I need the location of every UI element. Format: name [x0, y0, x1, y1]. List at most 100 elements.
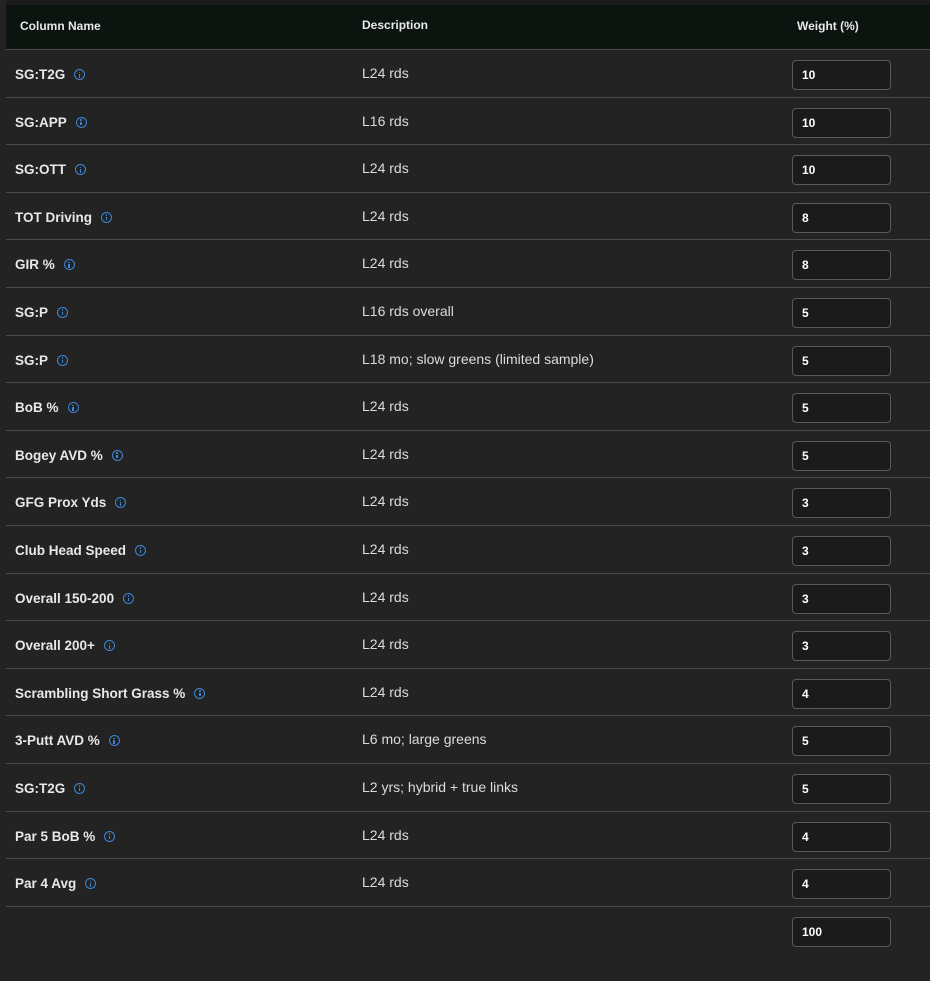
info-icon[interactable]: [75, 116, 87, 128]
column-name-label: BoB %: [15, 400, 59, 416]
info-icon[interactable]: [67, 402, 79, 414]
table-header: Column Name Description Weight (%): [6, 5, 930, 50]
table-row: Par 5 BoB % L24 rds: [6, 812, 930, 860]
row-description: L24 rds: [362, 65, 409, 81]
weight-input[interactable]: [792, 678, 891, 709]
table-row: Scrambling Short Grass % L24 rds: [6, 669, 930, 717]
row-description: L24 rds: [362, 826, 409, 843]
table-row: SG:P L16 rds overall: [6, 288, 930, 336]
table-row: Overall 200+ L24 rds: [6, 621, 930, 669]
total-row: [6, 907, 930, 965]
info-icon[interactable]: [74, 69, 86, 80]
column-name-label: 3-Putt AVD %: [15, 733, 100, 749]
column-name-label: SG:T2G: [15, 67, 66, 82]
weight-input[interactable]: [792, 393, 891, 424]
info-icon[interactable]: [63, 259, 75, 271]
weight-input[interactable]: [792, 869, 891, 900]
total-weight-input[interactable]: [792, 916, 891, 947]
row-column-name: 3-Putt AVD %: [15, 733, 120, 748]
header-description: Description: [362, 18, 429, 32]
column-name-label: Overall 150-200: [15, 590, 115, 606]
weight-input[interactable]: [792, 107, 891, 138]
row-description: L24 rds: [362, 445, 409, 462]
table-row: Club Head Speed L24 rds: [6, 526, 930, 574]
weight-input[interactable]: [792, 583, 891, 614]
row-description: L16 rds overall: [362, 302, 454, 319]
info-icon[interactable]: [111, 449, 123, 461]
weight-input[interactable]: [792, 202, 891, 233]
table-row: GIR % L24 rds: [6, 240, 930, 288]
table-row: Bogey AVD % L24 rds: [6, 431, 930, 479]
weight-input[interactable]: [792, 250, 891, 281]
table-row: GFG Prox Yds L24 rds: [6, 478, 930, 526]
row-column-name: SG:T2G: [15, 67, 86, 82]
row-description: L2 yrs; hybrid + true links: [362, 778, 519, 795]
column-name-label: SG:APP: [15, 114, 67, 130]
row-column-name: SG:T2G: [15, 780, 86, 796]
info-icon[interactable]: [135, 544, 147, 556]
row-column-name: SG:P: [15, 304, 69, 320]
row-column-name: Overall 150-200: [15, 590, 135, 606]
info-icon[interactable]: [108, 735, 120, 747]
column-name-label: SG:P: [15, 352, 49, 368]
weight-input[interactable]: [792, 440, 891, 471]
table-row: TOT Driving L24 rds: [6, 193, 930, 241]
row-column-name: SG:OTT: [15, 162, 86, 177]
info-icon[interactable]: [103, 640, 115, 652]
info-icon[interactable]: [123, 592, 135, 604]
column-name-label: Overall 200+: [15, 638, 95, 654]
weight-input[interactable]: [792, 535, 891, 566]
weight-input[interactable]: [792, 726, 891, 757]
row-column-name: Scrambling Short Grass %: [15, 685, 206, 701]
row-description: L24 rds: [362, 255, 409, 272]
row-column-name: Club Head Speed: [15, 542, 147, 558]
info-icon[interactable]: [57, 354, 69, 366]
weight-input[interactable]: [792, 60, 891, 90]
weight-input[interactable]: [792, 297, 891, 328]
info-icon[interactable]: [75, 164, 86, 176]
row-description: L24 rds: [362, 588, 409, 605]
weight-input[interactable]: [792, 488, 891, 519]
table-row: SG:T2G L2 yrs; hybrid + true links: [6, 764, 930, 812]
info-icon[interactable]: [115, 497, 127, 509]
row-column-name: SG:P: [15, 352, 69, 368]
info-icon[interactable]: [104, 830, 116, 842]
info-icon[interactable]: [57, 306, 69, 318]
column-name-label: Bogey AVD %: [15, 447, 103, 463]
column-name-label: SG:OTT: [15, 162, 66, 178]
weight-input[interactable]: [792, 821, 891, 852]
row-description: L24 rds: [362, 874, 409, 891]
weights-table: Column Name Description Weight (%) SG:T2…: [6, 5, 930, 965]
column-name-label: Par 4 Avg: [15, 876, 77, 892]
row-description: L6 mo; large greens: [362, 731, 487, 748]
column-name-label: Scrambling Short Grass %: [15, 685, 186, 701]
info-icon[interactable]: [101, 211, 113, 223]
table-row: Overall 150-200 L24 rds: [6, 574, 930, 622]
info-icon[interactable]: [194, 687, 206, 699]
weight-input[interactable]: [792, 345, 891, 376]
header-weight: Weight (%): [797, 19, 859, 33]
column-name-label: GIR %: [15, 257, 55, 273]
info-icon[interactable]: [85, 878, 97, 890]
column-name-label: SG:P: [15, 304, 49, 320]
weight-input[interactable]: [792, 773, 891, 804]
row-column-name: Overall 200+: [15, 638, 115, 653]
weight-input[interactable]: [792, 631, 891, 662]
row-description: L24 rds: [362, 207, 409, 224]
table-row: BoB % L24 rds: [6, 383, 930, 431]
row-column-name: TOT Driving: [15, 210, 113, 225]
info-icon[interactable]: [74, 782, 86, 794]
row-column-name: Par 4 Avg: [15, 876, 97, 892]
weight-input[interactable]: [792, 155, 891, 186]
row-column-name: BoB %: [15, 400, 79, 415]
row-column-name: Bogey AVD %: [15, 448, 123, 463]
row-column-name: GFG Prox Yds: [15, 495, 127, 511]
column-name-label: GFG Prox Yds: [15, 495, 107, 511]
row-column-name: GIR %: [15, 257, 75, 272]
column-name-label: SG:T2G: [15, 780, 66, 796]
row-column-name: Par 5 BoB %: [15, 829, 116, 844]
table-row: Par 4 Avg L24 rds: [6, 859, 930, 907]
row-description: L24 rds: [362, 683, 409, 700]
column-name-label: Club Head Speed: [15, 542, 127, 558]
header-column-name: Column Name: [20, 19, 101, 33]
